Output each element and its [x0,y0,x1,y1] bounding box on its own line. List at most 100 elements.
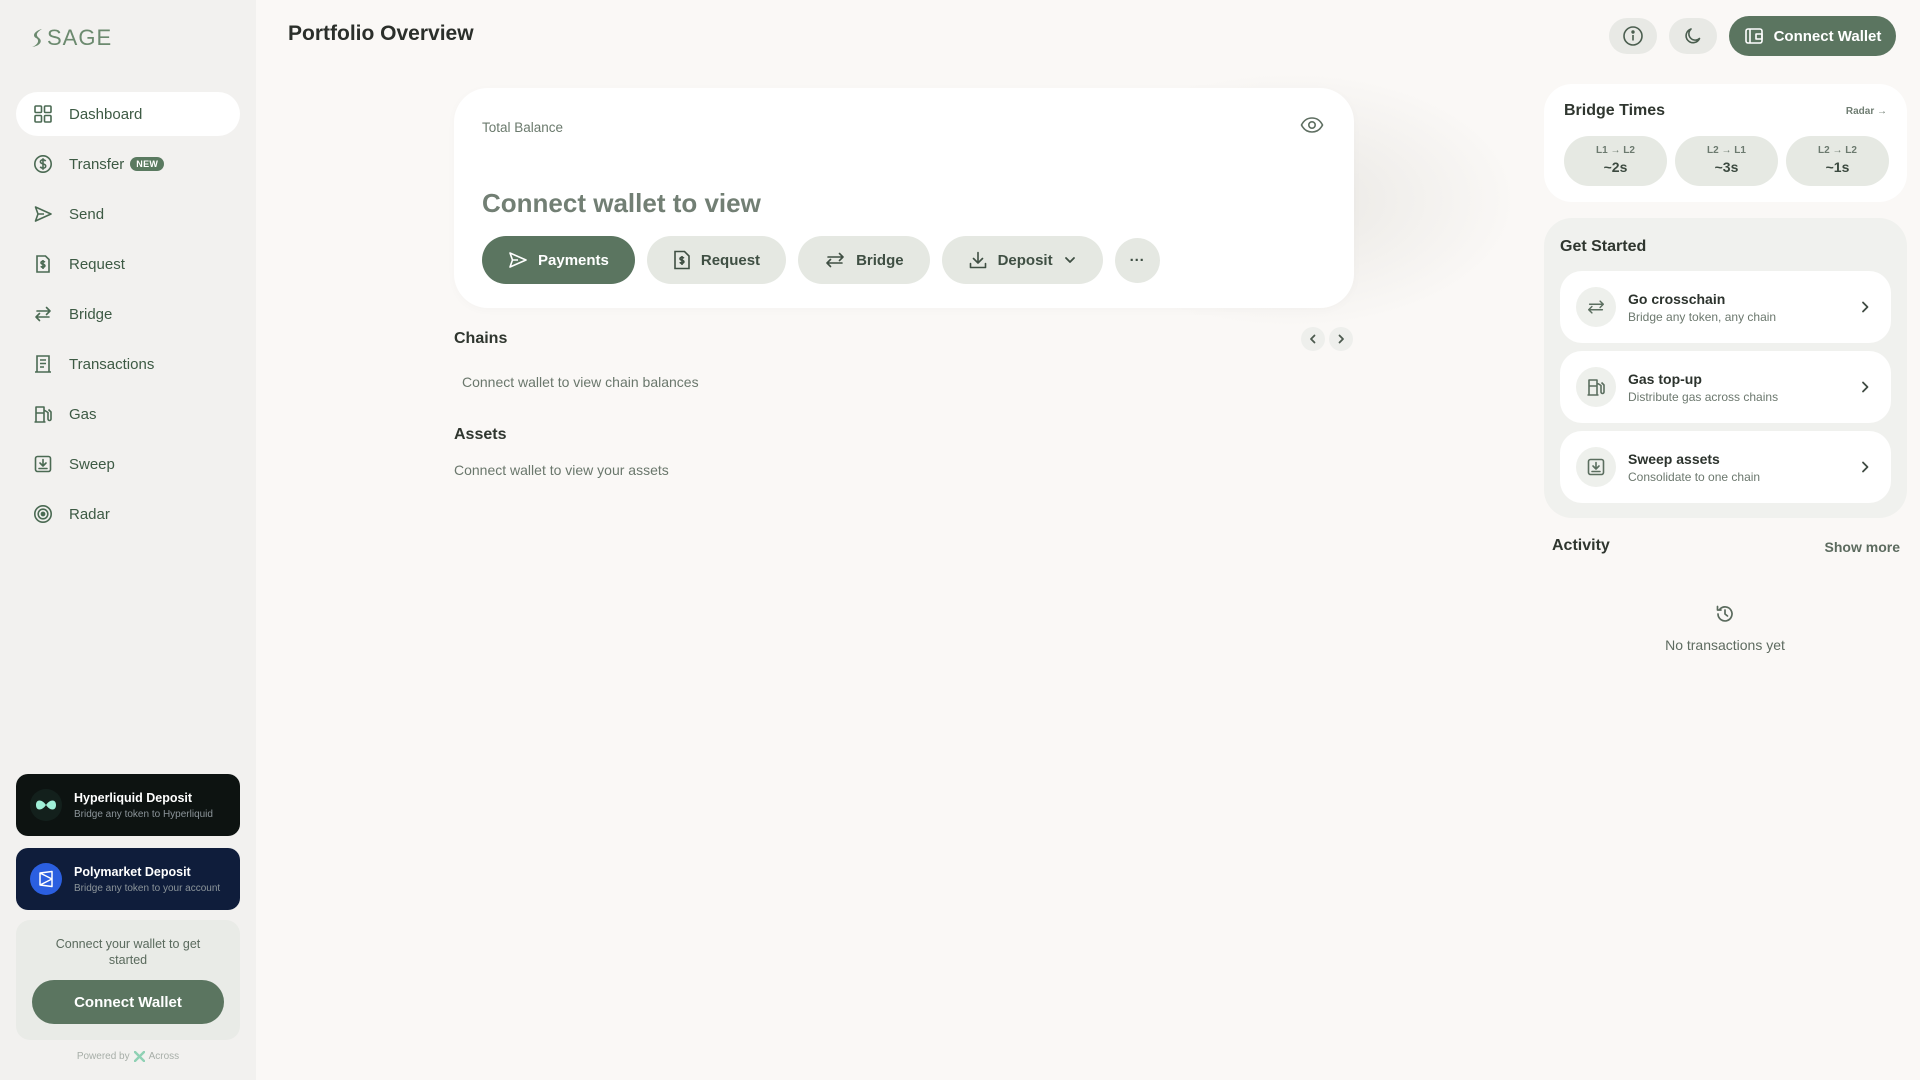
route-label: L2 → L2 [1818,145,1857,156]
radar-link[interactable]: Radar → [1846,106,1887,117]
more-actions-button[interactable]: ··· [1114,237,1160,283]
hyperliquid-logo [30,789,62,821]
bridge-time-l2-l1: L2 → L1 ~3s [1675,136,1778,186]
balance-actions: Payments Request Bridge Deposit ··· [482,236,1160,284]
page-title: Portfolio Overview [288,22,474,45]
sidebar-item-sweep[interactable]: Sweep [16,442,240,486]
get-started-title: Get Started [1560,238,1647,255]
total-balance-label: Total Balance [482,120,564,135]
info-button[interactable] [1609,18,1657,54]
chevron-right-icon [1862,301,1869,313]
sidebar-item-transactions[interactable]: Transactions [16,342,240,386]
request-label: Request [700,251,761,269]
sweep-icon [1587,458,1605,476]
item-title: Sweep assets [1628,450,1720,467]
sidebar-item-transfer[interactable]: Transfer NEW [16,142,240,186]
bridge-times-title: Bridge Times [1564,102,1666,119]
gas-top-up-item[interactable]: Gas top-up Distribute gas across chains [1560,351,1891,423]
new-badge: NEW [130,157,165,171]
eye-icon [1300,117,1324,133]
sidebar-item-dashboard[interactable]: Dashboard [16,92,240,136]
bridge-time-l1-l2: L1 → L2 ~2s [1564,136,1667,186]
polymarket-icon [39,870,53,888]
download-icon [969,251,986,269]
route-time: ~1s [1825,159,1850,175]
arrows-swap-icon [1588,300,1604,314]
gas-icon-wrap [1576,367,1616,407]
dollar-circle-icon [34,155,52,173]
item-subtitle: Distribute gas across chains [1628,389,1779,404]
sidebar: SAGE Dashboard Transfer NEW Send Request… [0,0,256,1080]
item-subtitle: Bridge any token, any chain [1628,309,1777,324]
sidebar-nav: Dashboard Transfer NEW Send Request Brid… [16,92,240,542]
sidebar-item-gas[interactable]: Gas [16,392,240,436]
sidebar-item-radar[interactable]: Radar [16,492,240,536]
grid-icon [34,105,52,123]
chevron-right-icon [1862,461,1869,473]
total-balance-card: Total Balance Connect wallet to view Pay… [454,88,1354,308]
promo-subtitle: Bridge any token to Hyperliquid [74,808,213,820]
polymarket-deposit-card[interactable]: Polymarket Deposit Bridge any token to y… [16,848,240,910]
go-crosschain-item[interactable]: Go crosschain Bridge any token, any chai… [1560,271,1891,343]
crosschain-icon-wrap [1576,287,1616,327]
total-balance-value: Connect wallet to view [482,188,761,218]
powered-by-label: Powered by [76,1051,130,1062]
history-icon [1716,605,1733,622]
toggle-visibility-button[interactable] [1300,116,1324,134]
activity-empty-text: No transactions yet [1665,637,1785,653]
bridge-label: Bridge [856,251,904,269]
sidebar-item-label: Transactions [69,355,155,373]
sidebar-item-label: Bridge [69,305,113,323]
moon-icon [1685,28,1701,44]
deposit-label: Deposit [997,251,1053,269]
bridge-times-card: Bridge Times Radar → L1 → L2 ~2s L2 → L1… [1544,84,1907,202]
arrows-swap-icon [35,306,51,322]
hyperliquid-deposit-card[interactable]: Hyperliquid Deposit Bridge any token to … [16,774,240,836]
assets-empty-text: Connect wallet to view your assets [454,462,669,478]
payments-label: Payments [538,251,609,269]
promo-subtitle: Bridge any token to your account [74,882,221,894]
radar-icon [34,505,52,523]
sidebar-item-label: Radar [69,505,110,523]
payments-button[interactable]: Payments [482,236,635,284]
fuel-icon [34,406,52,423]
chevron-down-icon [1064,257,1075,263]
bridge-times-list: L1 → L2 ~2s L2 → L1 ~3s L2 → L2 ~1s [1564,136,1889,186]
item-subtitle: Consolidate to one chain [1628,469,1761,484]
sidebar-item-label: Dashboard [69,105,143,123]
wallet-connect-panel: Connect your wallet to get started Conne… [16,920,240,1040]
hyperliquid-icon [36,800,56,810]
sidebar-item-request[interactable]: Request [16,242,240,286]
sidebar-item-label: Send [69,205,105,223]
sidebar-item-label: Request [69,255,125,273]
route-label: L2 → L1 [1707,145,1746,156]
request-button[interactable]: Request [646,236,787,284]
item-title: Go crosschain [1628,290,1726,307]
chevron-left-icon [1310,334,1316,344]
connect-wallet-label: Connect Wallet [1773,27,1882,45]
connect-prompt: Connect your wallet to get started [55,937,201,967]
sidebar-item-send[interactable]: Send [16,192,240,236]
sidebar-item-label: Transfer [69,155,125,173]
sidebar-connect-wallet-button[interactable]: Connect Wallet [32,980,224,1024]
bridge-time-l2-l2: L2 → L2 ~1s [1786,136,1889,186]
ledger-icon [35,355,51,373]
receipt-icon [36,255,50,273]
chains-prev-button[interactable] [1301,327,1325,351]
sage-logo[interactable]: SAGE [30,25,112,50]
show-more-link[interactable]: Show more [1825,539,1900,555]
powered-by-brand[interactable]: Across [149,1051,180,1062]
chains-next-button[interactable] [1329,327,1353,351]
assets-heading: Assets [454,426,507,443]
chevron-right-icon [1862,381,1869,393]
sweep-assets-item[interactable]: Sweep assets Consolidate to one chain [1560,431,1891,503]
deposit-dropdown-button[interactable]: Deposit [941,236,1103,284]
sidebar-item-bridge[interactable]: Bridge [16,292,240,336]
header-connect-wallet-button[interactable]: Connect Wallet [1729,16,1896,56]
bridge-button[interactable]: Bridge [798,236,930,284]
send-icon [509,252,527,268]
get-started-card: Get Started Go crosschain Bridge any tok… [1544,218,1907,518]
wallet-icon [1744,28,1763,44]
sweep-icon [34,455,52,473]
theme-toggle-button[interactable] [1669,18,1717,54]
